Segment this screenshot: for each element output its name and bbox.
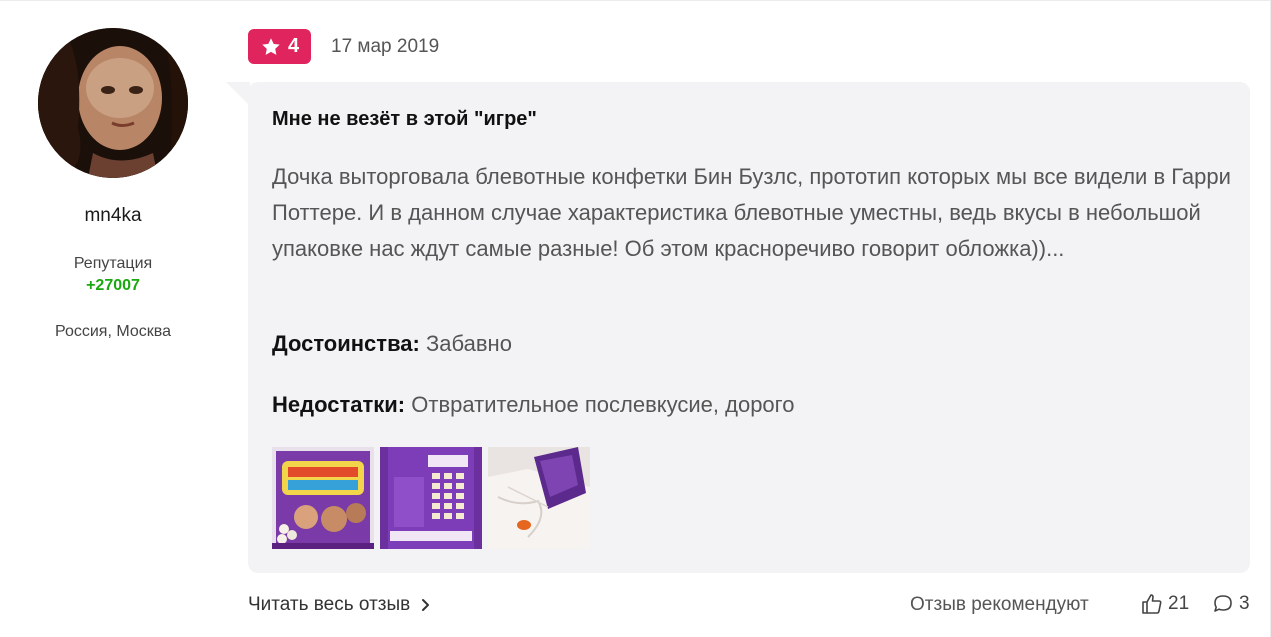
review-item: mn4ka Репутация +27007 Россия, Москва 4 … bbox=[0, 0, 1271, 637]
pros-label: Достоинства: bbox=[272, 331, 420, 356]
avatar[interactable] bbox=[38, 28, 188, 178]
likes-count: 21 bbox=[1168, 593, 1190, 614]
comment-bubble-icon bbox=[1214, 595, 1232, 612]
photo-thumbnail[interactable] bbox=[380, 447, 482, 549]
thumbs-up-icon bbox=[1142, 594, 1162, 614]
avatar-photo bbox=[38, 28, 188, 178]
photo-candy-box bbox=[272, 447, 374, 549]
photo-thumbnails bbox=[272, 447, 590, 549]
review-date: 17 мар 2019 bbox=[331, 36, 440, 57]
likes-button[interactable]: 21 bbox=[1140, 592, 1189, 616]
review-text: Дочка выторговала блевотные конфетки Бин… bbox=[272, 164, 1231, 261]
read-full-review-link[interactable]: Читать весь отзыв bbox=[248, 594, 430, 616]
review-title[interactable]: Мне не везёт в этой "игре" bbox=[272, 108, 537, 131]
comments-button[interactable]: 3 bbox=[1211, 592, 1250, 616]
comments-count: 3 bbox=[1239, 593, 1250, 614]
recommend-label: Отзыв рекомендуют bbox=[910, 594, 1089, 615]
photo-thumbnail[interactable] bbox=[488, 447, 590, 549]
pros-value: Забавно bbox=[426, 331, 512, 356]
read-more-label: Читать весь отзыв bbox=[248, 594, 411, 615]
photo-candy-napkin bbox=[488, 447, 590, 549]
review-cons: Недостатки: Отвратительное послевкусие, … bbox=[272, 392, 794, 418]
review-pros: Достоинства: Забавно bbox=[272, 331, 512, 357]
cons-label: Недостатки: bbox=[272, 392, 406, 417]
chevron-right-icon bbox=[422, 599, 430, 611]
cons-value: Отвратительное послевкусие, дорого bbox=[411, 392, 795, 417]
photo-candy-back bbox=[380, 447, 482, 549]
rating-value: 4 bbox=[287, 35, 300, 57]
rating-badge: 4 bbox=[248, 29, 311, 64]
photo-thumbnail[interactable] bbox=[272, 447, 374, 549]
reputation-value: +27007 bbox=[86, 277, 140, 294]
card-pointer bbox=[226, 82, 250, 106]
user-location: Россия, Москва bbox=[55, 323, 171, 340]
star-icon bbox=[262, 37, 280, 55]
reputation-label: Репутация bbox=[73, 255, 153, 272]
username[interactable]: mn4ka bbox=[0, 205, 226, 227]
